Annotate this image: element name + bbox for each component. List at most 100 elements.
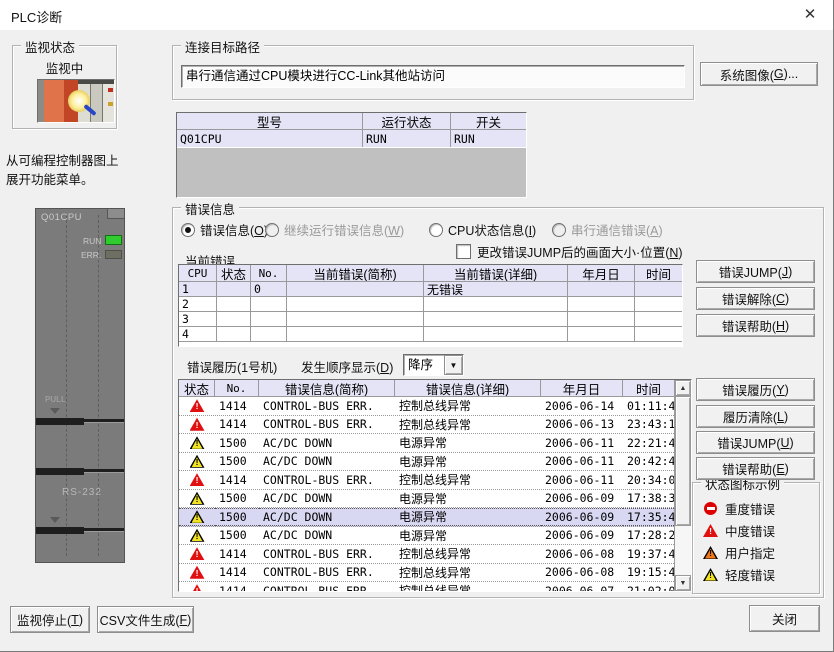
medium-error-icon: ! [190,547,205,560]
light-error-icon: ! [190,492,205,505]
table-cell [217,297,251,312]
table-cell: 01:11:47 [623,397,674,415]
history-error-jump-button[interactable]: 错误JUMP(U) [696,431,815,454]
radio-label: 继续运行错误信息(W) [284,220,404,239]
table-cell: ! [179,490,215,508]
error-history-row[interactable]: !1500AC/DC DOWN电源异常2006-06-0917:35:49 [179,508,674,527]
title-bar: PLC诊断 ✕ [0,0,834,30]
current-errors-table[interactable]: CPU状态No.当前错误(简称)当前错误(详细)年月日时间10无错误234 [178,264,683,347]
error-help-button[interactable]: 错误帮助(H) [696,314,815,337]
error-history-button[interactable]: 错误履历(Y) [696,378,815,401]
error-history-row[interactable]: !1414CONTROL-BUS ERR.控制总线异常2006-06-0819:… [179,564,674,583]
error-history-row[interactable]: !1414CONTROL-BUS ERR.控制总线异常2006-06-1323:… [179,416,674,435]
error-history-row[interactable]: !1500AC/DC DOWN电源异常2006-06-1120:42:40 [179,453,674,472]
current-error-row[interactable]: 4 [179,327,682,342]
table-cell: 2006-06-08 [541,545,623,563]
table-cell: 控制总线异常 [395,471,541,489]
current-error-row[interactable]: 2 [179,297,682,312]
medium-error-icon: ! [190,418,205,431]
table-cell: ! [179,397,215,415]
error-history-row[interactable]: !1500AC/DC DOWN电源异常2006-06-0917:38:33 [179,490,674,509]
column-header: 型号 [177,113,363,130]
column-header: 运行状态 [363,113,451,130]
table-cell [424,297,568,312]
close-icon[interactable]: ✕ [796,2,824,28]
error-history-row[interactable]: !1414CONTROL-BUS ERR.控制总线异常2006-06-1120:… [179,471,674,490]
table-cell: 控制总线异常 [395,545,541,563]
radio-button-icon [552,223,566,237]
table-cell [635,327,682,342]
table-cell: 1500 [215,490,259,508]
light-error-icon: ! [190,436,205,449]
error-history-row[interactable]: !1414CONTROL-BUS ERR.控制总线异常2006-06-1401:… [179,397,674,416]
radio-label: 错误信息(O) [200,220,268,239]
error-clear-button[interactable]: 错误解除(C) [696,287,815,310]
current-error-row[interactable]: 10无错误 [179,282,682,297]
table-cell [287,297,424,312]
column-header: 开关 [451,113,526,130]
medium-error-icon: ! [190,584,205,592]
radio-cpu-status-info[interactable]: CPU状态信息(I) [429,220,536,239]
table-cell: 1414 [215,416,259,434]
history-clear-button[interactable]: 履历清除(L) [696,405,815,428]
error-history-row[interactable]: !1500AC/DC DOWN电源异常2006-06-0917:28:20 [179,527,674,546]
table-cell: 控制总线异常 [395,564,541,582]
plc-module-diagram[interactable]: Q01CPU RUN ERR. PULL RS-232 [35,208,125,563]
order-display-label: 发生顺序显示(D) [301,357,393,376]
csv-generate-button[interactable]: CSV文件生成(F) [97,606,194,633]
monitor-status-image [37,79,115,123]
table-cell [635,312,682,327]
radio-serial-comm-error: 串行通信错误(A) [552,220,663,239]
table-cell [568,327,635,342]
cpu-table-row[interactable]: Q01CPURUNRUN [177,130,526,147]
close-button[interactable]: 关闭 [749,605,820,632]
table-cell: CONTROL-BUS ERR. [259,471,395,489]
error-history-label: 错误履历(1号机) [187,357,277,376]
dropdown-arrow-icon[interactable]: ▼ [444,355,463,375]
radio-error-info[interactable]: 错误信息(O) [181,220,268,239]
radio-button-icon [265,223,279,237]
scrollbar-thumb[interactable] [675,396,691,526]
scroll-down-icon[interactable]: ▼ [675,575,691,591]
err-led-label: ERR. [81,250,101,260]
connection-path-field[interactable]: 串行通信通过CPU模块进行CC-Link其他站访问 [181,65,685,88]
order-dropdown[interactable]: 降序 ▼ [403,354,464,376]
table-cell: 2006-06-13 [541,416,623,434]
error-history-table[interactable]: 状态No.错误信息(简称)错误信息(详细)年月日时间!1414CONTROL-B… [178,379,692,592]
table-cell: 1414 [215,471,259,489]
table-cell: 控制总线异常 [395,397,541,415]
run-led-label: RUN [83,236,101,246]
table-cell: CONTROL-BUS ERR. [259,545,395,563]
table-cell: 1500 [215,527,259,545]
table-cell: AC/DC DOWN [259,508,395,526]
table-cell: 无错误 [424,282,568,297]
error-history-row[interactable]: !1500AC/DC DOWN电源异常2006-06-1122:21:48 [179,434,674,453]
radio-button-icon[interactable] [429,223,443,237]
medium-error-icon: ! [190,399,205,412]
current-error-row[interactable]: 3 [179,312,682,327]
error-history-row[interactable]: !1414CONTROL-BUS ERR.控制总线异常2006-06-0721:… [179,582,674,592]
light-error-icon: ! [190,455,205,468]
error-history-row[interactable]: !1414CONTROL-BUS ERR.控制总线异常2006-06-0819:… [179,545,674,564]
cpu-table[interactable]: 型号运行状态开关Q01CPURUNRUN [176,112,527,198]
light-error-icon: ! [190,529,205,542]
table-cell: ! [179,582,215,592]
scroll-up-icon[interactable]: ▲ [675,380,691,396]
table-cell: 2006-06-07 [541,582,623,592]
severe-error-icon [704,502,717,515]
table-cell [287,282,424,297]
module-slot-bar [36,468,124,475]
error-jump-button[interactable]: 错误JUMP(J) [696,260,815,283]
radio-button-icon[interactable] [181,223,195,237]
table-cell: AC/DC DOWN [259,434,395,452]
resize-after-jump-checkbox[interactable]: 更改错误JUMP后的画面大小·位置(N) [456,242,683,261]
system-image-button[interactable]: 系统图像(G)... [700,62,818,86]
column-header: 时间 [635,265,682,282]
user-error-icon: ! [703,546,718,559]
dialog-title: PLC诊断 [11,7,62,26]
monitor-stop-button[interactable]: 监视停止(T) [10,606,90,633]
history-error-help-button[interactable]: 错误帮助(E) [696,457,815,480]
vertical-scrollbar[interactable]: ▲▼ [674,380,691,591]
table-cell: 1414 [215,582,259,592]
checkbox-box[interactable] [456,244,471,259]
